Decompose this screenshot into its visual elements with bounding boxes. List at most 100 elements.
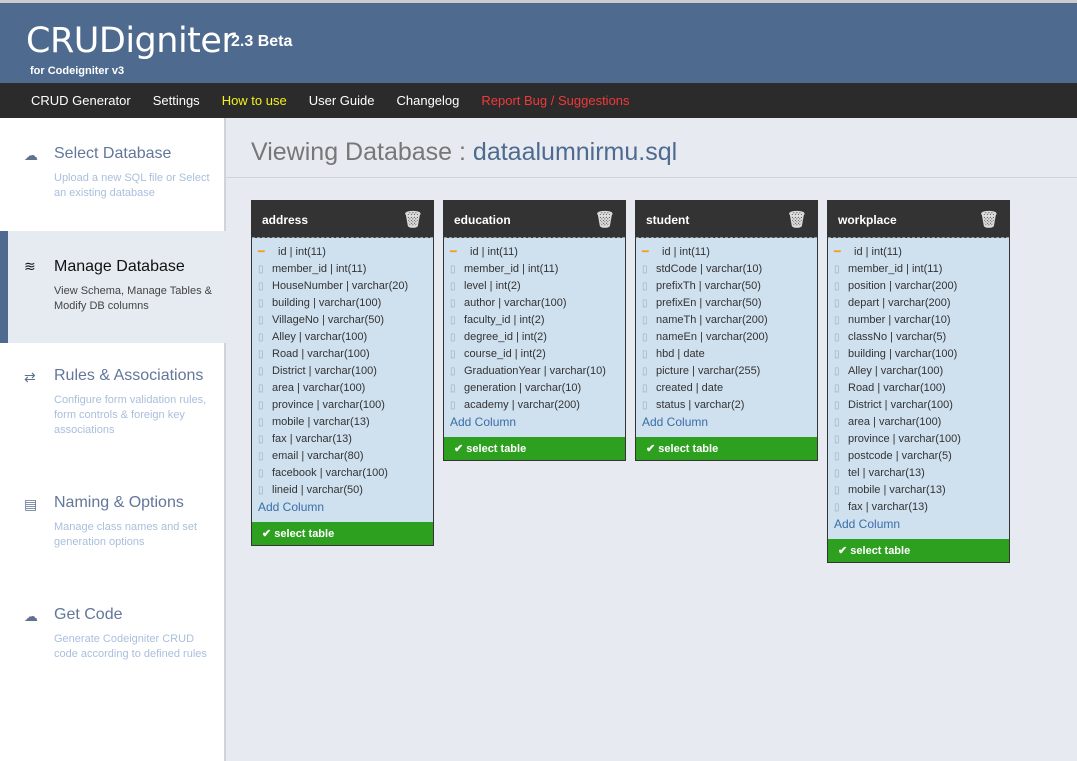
trash-icon[interactable]: ▯ <box>258 329 268 346</box>
trash-icon[interactable]: ▯ <box>450 346 460 363</box>
column-row[interactable]: ▯ mobile | varchar(13) <box>258 414 427 431</box>
column-row[interactable]: ▯ depart | varchar(200) <box>834 295 1003 312</box>
select-table-button[interactable]: ✔ select table <box>828 539 1009 562</box>
trash-icon[interactable]: ▯ <box>834 465 844 482</box>
column-row[interactable]: ▯ building | varchar(100) <box>834 346 1003 363</box>
column-row[interactable]: ▯ lineid | varchar(50) <box>258 482 427 499</box>
column-row[interactable]: ▯ province | varchar(100) <box>834 431 1003 448</box>
column-row[interactable]: ▯ level | int(2) <box>450 278 619 295</box>
column-row[interactable]: ▯ HouseNumber | varchar(20) <box>258 278 427 295</box>
column-row[interactable]: ▯ District | varchar(100) <box>834 397 1003 414</box>
trash-icon[interactable]: ▯ <box>450 363 460 380</box>
trash-icon[interactable]: ▯ <box>642 295 652 312</box>
column-row[interactable]: ▯ prefixEn | varchar(50) <box>642 295 811 312</box>
trash-icon[interactable]: ▯ <box>834 414 844 431</box>
trash-icon[interactable]: 🗑 <box>787 210 807 230</box>
trash-icon[interactable]: ▯ <box>834 346 844 363</box>
trash-icon[interactable]: ▯ <box>834 261 844 278</box>
column-row[interactable]: ━ id | int(11) <box>642 244 811 261</box>
trash-icon[interactable]: 🗑 <box>979 210 999 230</box>
trash-icon[interactable]: ▯ <box>834 278 844 295</box>
column-row[interactable]: ▯ province | varchar(100) <box>258 397 427 414</box>
trash-icon[interactable]: ▯ <box>642 380 652 397</box>
column-row[interactable]: ▯ member_id | int(11) <box>834 261 1003 278</box>
column-row[interactable]: ▯ fax | varchar(13) <box>258 431 427 448</box>
nav-item-how-to-use[interactable]: How to use <box>222 93 287 108</box>
trash-icon[interactable]: ▯ <box>258 346 268 363</box>
nav-item-settings[interactable]: Settings <box>153 93 200 108</box>
trash-icon[interactable]: ▯ <box>834 448 844 465</box>
select-table-button[interactable]: ✔ select table <box>444 437 625 460</box>
column-row[interactable]: ▯ area | varchar(100) <box>258 380 427 397</box>
column-row[interactable]: ▯ hbd | date <box>642 346 811 363</box>
trash-icon[interactable]: ▯ <box>450 261 460 278</box>
column-row[interactable]: ▯ member_id | int(11) <box>450 261 619 278</box>
column-row[interactable]: ▯ building | varchar(100) <box>258 295 427 312</box>
column-row[interactable]: ▯ member_id | int(11) <box>258 261 427 278</box>
trash-icon[interactable]: ▯ <box>450 397 460 414</box>
trash-icon[interactable]: ▯ <box>834 380 844 397</box>
column-row[interactable]: ▯ classNo | varchar(5) <box>834 329 1003 346</box>
column-row[interactable]: ▯ tel | varchar(13) <box>834 465 1003 482</box>
trash-icon[interactable]: ▯ <box>450 329 460 346</box>
column-row[interactable]: ▯ mobile | varchar(13) <box>834 482 1003 499</box>
add-column-link[interactable]: Add Column <box>450 414 619 431</box>
nav-item-user-guide[interactable]: User Guide <box>309 93 375 108</box>
nav-item-changelog[interactable]: Changelog <box>396 93 459 108</box>
column-row[interactable]: ▯ District | varchar(100) <box>258 363 427 380</box>
trash-icon[interactable]: 🗑 <box>403 210 423 230</box>
trash-icon[interactable]: ▯ <box>834 363 844 380</box>
column-row[interactable]: ▯ position | varchar(200) <box>834 278 1003 295</box>
add-column-link[interactable]: Add Column <box>642 414 811 431</box>
column-row[interactable]: ▯ fax | varchar(13) <box>834 499 1003 516</box>
column-row[interactable]: ━ id | int(11) <box>258 244 427 261</box>
nav-item-report-bug-suggestions[interactable]: Report Bug / Suggestions <box>481 93 629 108</box>
trash-icon[interactable]: ▯ <box>642 363 652 380</box>
column-row[interactable]: ▯ author | varchar(100) <box>450 295 619 312</box>
nav-item-crud-generator[interactable]: CRUD Generator <box>31 93 131 108</box>
column-row[interactable]: ▯ GraduationYear | varchar(10) <box>450 363 619 380</box>
column-row[interactable]: ▯ VillageNo | varchar(50) <box>258 312 427 329</box>
trash-icon[interactable]: ▯ <box>642 397 652 414</box>
column-row[interactable]: ▯ nameEn | varchar(200) <box>642 329 811 346</box>
trash-icon[interactable]: ▯ <box>642 329 652 346</box>
sidebar-item-manage-database[interactable]: ≋ Manage Database View Schema, Manage Tabl… <box>0 231 226 343</box>
trash-icon[interactable]: ▯ <box>834 329 844 346</box>
trash-icon[interactable]: ▯ <box>834 499 844 516</box>
column-row[interactable]: ▯ postcode | varchar(5) <box>834 448 1003 465</box>
column-row[interactable]: ▯ prefixTh | varchar(50) <box>642 278 811 295</box>
column-row[interactable]: ▯ facebook | varchar(100) <box>258 465 427 482</box>
trash-icon[interactable]: ▯ <box>258 431 268 448</box>
trash-icon[interactable]: ▯ <box>450 312 460 329</box>
trash-icon[interactable]: ▯ <box>258 482 268 499</box>
trash-icon[interactable]: ▯ <box>258 397 268 414</box>
add-column-link[interactable]: Add Column <box>258 499 427 516</box>
trash-icon[interactable]: ▯ <box>258 363 268 380</box>
trash-icon[interactable]: ▯ <box>258 380 268 397</box>
trash-icon[interactable]: ▯ <box>258 295 268 312</box>
trash-icon[interactable]: ▯ <box>642 278 652 295</box>
sidebar-item-naming-options[interactable]: ▤ Naming & Options Manage class names and … <box>0 494 226 550</box>
trash-icon[interactable]: ▯ <box>258 465 268 482</box>
select-table-button[interactable]: ✔ select table <box>636 437 817 460</box>
column-row[interactable]: ▯ Alley | varchar(100) <box>258 329 427 346</box>
trash-icon[interactable]: ▯ <box>834 431 844 448</box>
column-row[interactable]: ▯ picture | varchar(255) <box>642 363 811 380</box>
column-row[interactable]: ▯ created | date <box>642 380 811 397</box>
trash-icon[interactable]: ▯ <box>258 261 268 278</box>
trash-icon[interactable]: ▯ <box>642 312 652 329</box>
column-row[interactable]: ▯ area | varchar(100) <box>834 414 1003 431</box>
trash-icon[interactable]: ▯ <box>834 295 844 312</box>
column-row[interactable]: ▯ Road | varchar(100) <box>258 346 427 363</box>
sidebar-item-select-database[interactable]: ☁ Select Database Upload a new SQL file or… <box>0 145 226 201</box>
trash-icon[interactable]: ▯ <box>450 295 460 312</box>
trash-icon[interactable]: ▯ <box>450 278 460 295</box>
column-row[interactable]: ▯ status | varchar(2) <box>642 397 811 414</box>
column-row[interactable]: ▯ number | varchar(10) <box>834 312 1003 329</box>
trash-icon[interactable]: ▯ <box>642 261 652 278</box>
column-row[interactable]: ▯ Road | varchar(100) <box>834 380 1003 397</box>
trash-icon[interactable]: ▯ <box>450 380 460 397</box>
add-column-link[interactable]: Add Column <box>834 516 1003 533</box>
column-row[interactable]: ▯ email | varchar(80) <box>258 448 427 465</box>
column-row[interactable]: ━ id | int(11) <box>834 244 1003 261</box>
